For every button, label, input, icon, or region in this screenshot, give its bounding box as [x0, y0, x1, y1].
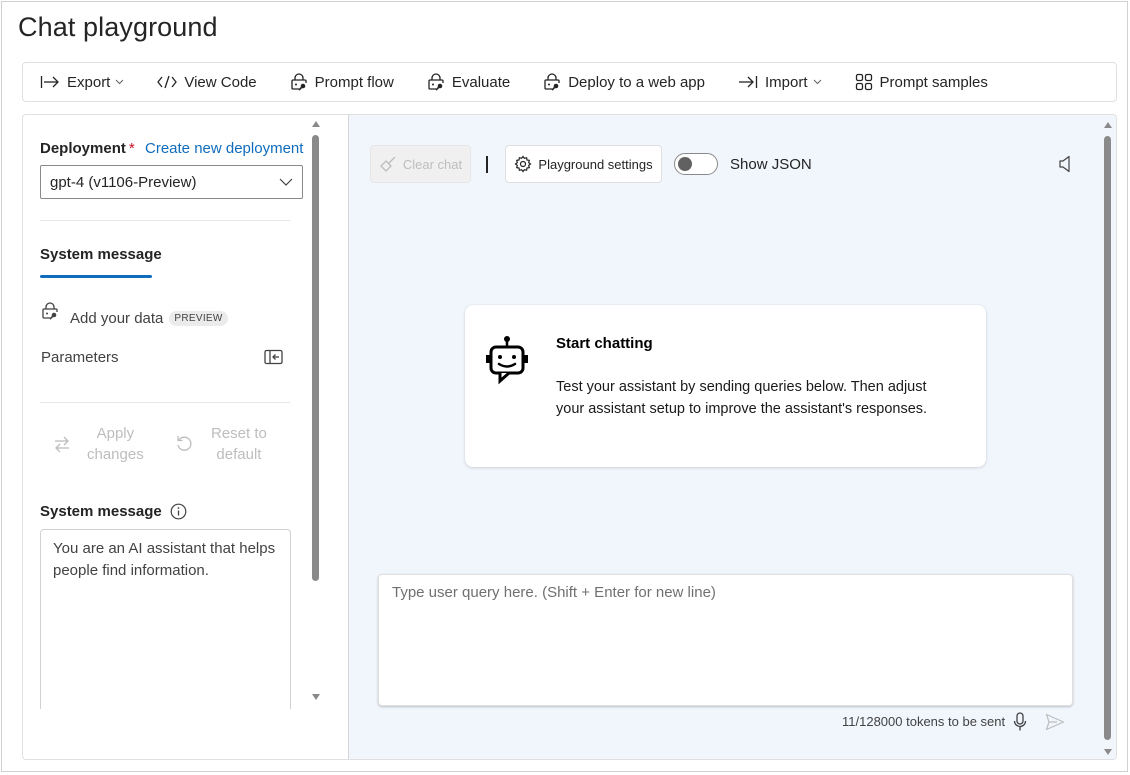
clear-chat-label: Clear chat: [402, 156, 463, 172]
chat-scrollbar[interactable]: [1100, 115, 1116, 759]
chat-panel: Clear chat Playground settings Show JSON…: [348, 114, 1117, 760]
evaluate-label: Evaluate: [451, 73, 511, 91]
system-message-input[interactable]: You are an AI assistant that helps peopl…: [40, 529, 291, 709]
setup-panel: Deployment * Create new deployment gpt-4 …: [22, 114, 348, 760]
setup-scrollbar[interactable]: [309, 115, 323, 700]
required-marker: *: [128, 140, 135, 157]
prompt-samples-button[interactable]: Prompt samples: [852, 63, 991, 101]
create-deployment-link[interactable]: Create new deployment: [145, 140, 303, 157]
token-count: 11/128000 tokens to be sent: [842, 714, 1006, 729]
clear-chat-button[interactable]: Clear chat: [370, 145, 471, 183]
view-code-button[interactable]: View Code: [154, 63, 259, 101]
lock-key-icon: [42, 301, 58, 320]
divider: [40, 402, 290, 403]
add-your-data-button[interactable]: Add your data PREVIEW: [41, 294, 228, 327]
import-button[interactable]: Import: [735, 63, 825, 101]
show-json-toggle[interactable]: [674, 153, 718, 175]
system-message-label: System message: [40, 503, 187, 520]
prompt-flow-label: Prompt flow: [314, 73, 394, 91]
export-icon: [40, 76, 59, 88]
parameters-label: Parameters: [41, 349, 119, 366]
scrollbar-thumb[interactable]: [312, 135, 319, 581]
scroll-down-arrow[interactable]: [312, 694, 320, 700]
info-icon[interactable]: [170, 503, 187, 520]
reset-line2: default: [216, 446, 262, 463]
import-icon: [738, 76, 758, 88]
chevron-down-icon: [116, 79, 124, 85]
deployment-label: Deployment *: [40, 140, 135, 157]
export-button[interactable]: Export: [37, 63, 127, 101]
swap-arrows-icon: [55, 436, 69, 453]
microphone-icon[interactable]: [1013, 712, 1027, 732]
lock-key-icon: [428, 73, 444, 91]
deploy-web-app-label: Deploy to a web app: [568, 73, 705, 91]
scroll-up-arrow[interactable]: [1104, 122, 1112, 128]
preview-badge: PREVIEW: [169, 311, 228, 326]
apply-changes-button[interactable]: Apply changes: [53, 423, 144, 465]
divider: [40, 220, 290, 221]
grid-icon: [855, 73, 872, 91]
user-query-input[interactable]: [378, 574, 1073, 706]
deployment-value: gpt-4 (v1106-Preview): [50, 173, 197, 191]
page-title: Chat playground: [18, 12, 218, 42]
apply-changes-line1: Apply: [96, 425, 135, 442]
scroll-up-arrow[interactable]: [312, 121, 320, 127]
evaluate-button[interactable]: Evaluate: [424, 63, 513, 101]
scrollbar-thumb[interactable]: [1104, 136, 1111, 740]
speaker-icon[interactable]: [1058, 155, 1072, 173]
reset-line1: Reset to: [211, 425, 267, 442]
toolbar: Export View Code Prompt flow Evaluate De…: [22, 62, 1117, 102]
deployment-select[interactable]: gpt-4 (v1106-Preview): [40, 165, 303, 199]
playground-settings-button[interactable]: Playground settings: [505, 145, 662, 183]
gear-icon: [514, 155, 532, 173]
undo-icon: [177, 436, 192, 451]
export-label: Export: [67, 73, 111, 91]
lock-key-icon: [290, 73, 307, 91]
collapse-panel-icon[interactable]: [264, 349, 284, 365]
show-json-label: Show JSON: [730, 156, 812, 173]
prompt-samples-label: Prompt samples: [879, 73, 988, 91]
toggle-knob: [678, 157, 692, 171]
toolbar-separator: [486, 156, 488, 173]
add-your-data-label: Add your data: [70, 310, 164, 327]
chevron-down-icon: [279, 178, 293, 186]
lock-key-icon: [544, 73, 560, 91]
chatbot-icon: [486, 336, 528, 385]
send-icon[interactable]: [1045, 713, 1065, 731]
prompt-flow-button[interactable]: Prompt flow: [287, 63, 397, 101]
code-icon: [157, 75, 178, 89]
reset-to-default-button[interactable]: Reset to default: [175, 423, 267, 465]
app-window: Chat playground Export View Code Prompt …: [1, 1, 1128, 772]
start-chatting-card: Start chatting Test your assistant by se…: [465, 305, 986, 467]
tab-system-message[interactable]: System message: [40, 246, 162, 263]
card-title: Start chatting: [556, 335, 653, 352]
playground-settings-label: Playground settings: [538, 156, 653, 172]
active-tab-indicator: [40, 275, 152, 278]
import-label: Import: [764, 73, 808, 91]
broom-icon: [379, 156, 396, 172]
apply-changes-line2: changes: [87, 446, 144, 463]
chevron-down-icon: [813, 79, 821, 85]
scroll-down-arrow[interactable]: [1104, 749, 1112, 755]
view-code-label: View Code: [184, 73, 257, 91]
card-description: Test your assistant by sending queries b…: [556, 379, 928, 417]
deploy-web-app-button[interactable]: Deploy to a web app: [540, 63, 708, 101]
